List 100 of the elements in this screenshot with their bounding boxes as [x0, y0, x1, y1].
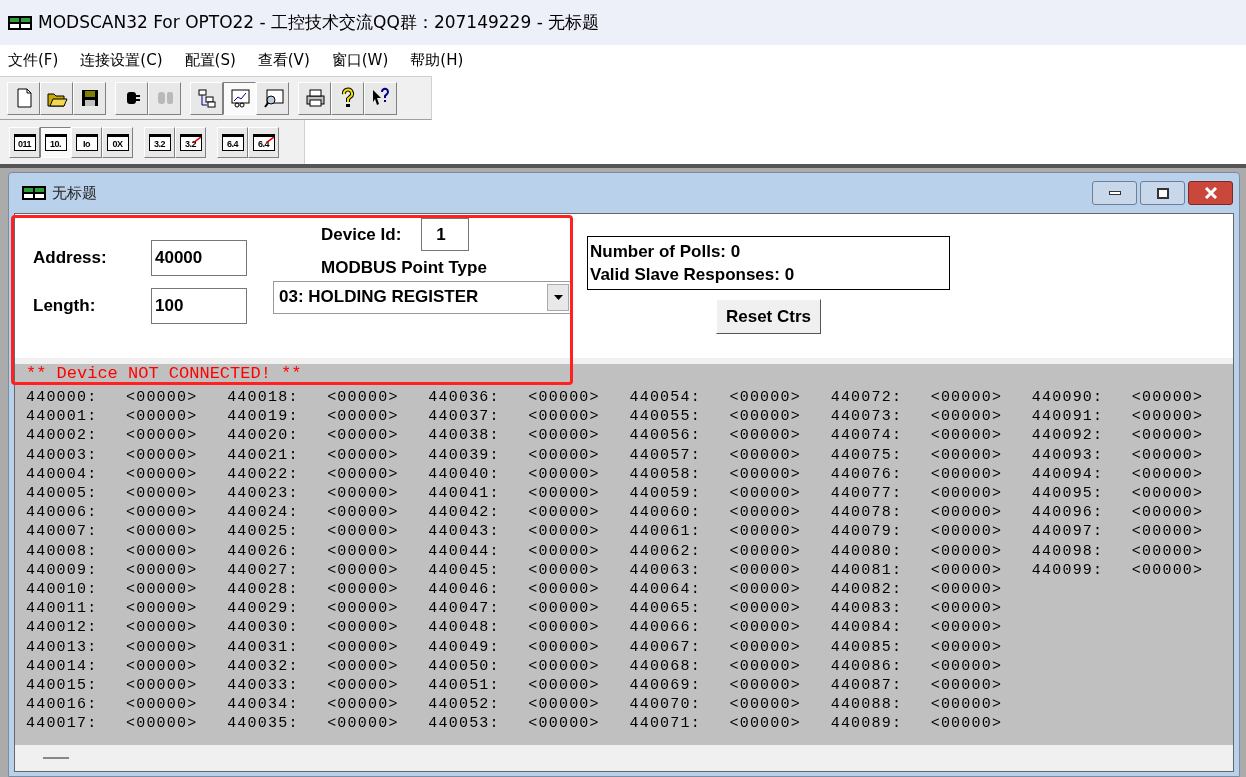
register-value: <00000>	[729, 561, 801, 579]
register-value: <00000>	[729, 696, 801, 714]
register-value: <00000>	[126, 696, 198, 714]
register-value: <00000>	[126, 523, 198, 541]
register-value: <00000>	[126, 446, 198, 464]
register-address: 440064:	[629, 580, 702, 598]
register-address: 440096:	[1031, 504, 1105, 522]
register-address: 440046:	[428, 580, 501, 598]
register-address: 440012:	[26, 619, 99, 637]
register-address: 440027:	[227, 561, 300, 579]
register-address: 440082:	[830, 580, 904, 598]
menu-item[interactable]: 窗口(W)	[331, 49, 389, 72]
register-value: <00000>	[729, 657, 801, 675]
register-value: <00000>	[930, 561, 1003, 579]
register-address: 440015:	[26, 676, 99, 694]
register-value: <00000>	[729, 446, 801, 464]
device-id-field[interactable]: 1	[421, 218, 470, 251]
register-address: 440031:	[227, 638, 300, 656]
register-value: <00000>	[729, 504, 801, 522]
register-value: <00000>	[729, 542, 801, 560]
format-button[interactable]: 6.4	[217, 126, 248, 158]
register-address: 440008:	[26, 542, 99, 560]
point-type-dropdown[interactable]: 03: HOLDING REGISTER	[273, 280, 571, 314]
register-address: 440067:	[629, 638, 702, 656]
register-address: 440023:	[227, 485, 300, 503]
register-address: 440044:	[428, 542, 501, 560]
register-address: 440040:	[428, 465, 501, 483]
magnifier-window-icon	[261, 87, 284, 109]
register-address: 440009:	[26, 561, 99, 579]
reset-counters-button[interactable]: Reset Ctrs	[715, 299, 821, 334]
register-value: <00000>	[327, 561, 399, 579]
format-button[interactable]: 011	[9, 126, 40, 158]
register-address: 440065:	[629, 600, 702, 618]
register-value: <00000>	[528, 676, 600, 694]
register-value: <00000>	[930, 485, 1003, 503]
length-label: Length:	[33, 295, 97, 318]
register-address: 440087:	[830, 676, 904, 694]
format-button[interactable]: 0X	[102, 126, 133, 158]
length-field[interactable]: 100	[151, 288, 247, 324]
register-value: <00000>	[1131, 523, 1204, 541]
register-address: 440039:	[428, 446, 501, 464]
register-value: <00000>	[528, 504, 600, 522]
register-address: 440079:	[830, 523, 904, 541]
menu-item[interactable]: 配置(S)	[184, 49, 236, 72]
register-address: 440043:	[428, 523, 501, 541]
register-address: 440037:	[428, 408, 501, 426]
register-value: <00000>	[327, 542, 399, 560]
menu-item[interactable]: 连接设置(C)	[80, 49, 163, 72]
register-address: 440029:	[227, 600, 300, 618]
register-address: 440094:	[1031, 465, 1105, 483]
register-address: 440062:	[629, 542, 702, 560]
polls-count: Number of Polls: 0	[590, 241, 742, 263]
register-value: <00000>	[930, 715, 1003, 733]
register-value: <00000>	[528, 561, 600, 579]
register-value: <00000>	[126, 427, 198, 445]
register-address: 440013:	[26, 638, 99, 656]
menu-item[interactable]: 文件(F)	[8, 49, 59, 72]
close-button[interactable]	[1188, 181, 1233, 205]
format-button[interactable]: 3.2	[144, 126, 175, 158]
document-icon	[22, 186, 46, 200]
format-button[interactable]: 10.	[40, 126, 71, 158]
toolbar-button[interactable]	[223, 81, 256, 115]
register-address: 440071:	[629, 715, 702, 733]
register-value: <00000>	[327, 580, 399, 598]
register-address: 440098:	[1031, 542, 1105, 560]
register-value: <00000>	[126, 600, 198, 618]
register-value: <00000>	[528, 408, 600, 426]
register-address: 440085:	[830, 638, 904, 656]
register-address: 440095:	[1031, 485, 1105, 503]
register-value: <00000>	[327, 619, 399, 637]
register-address: 440083:	[830, 600, 904, 618]
register-address: 440024:	[227, 504, 300, 522]
register-value: <00000>	[1131, 542, 1204, 560]
register-address: 440070:	[629, 696, 702, 714]
register-address: 440042:	[428, 504, 501, 522]
register-value: <00000>	[729, 465, 801, 483]
register-address: 440074:	[830, 427, 904, 445]
format-button[interactable]: 3.2	[175, 126, 206, 158]
register-value: <00000>	[729, 389, 801, 407]
point-type-label: MODBUS Point Type	[320, 257, 488, 279]
format-button[interactable]: Io	[71, 126, 102, 158]
register-value: <00000>	[930, 504, 1003, 522]
register-value: <00000>	[327, 600, 399, 618]
format-button[interactable]: 6.4	[248, 126, 279, 158]
register-value: <00000>	[126, 715, 198, 733]
menu-item[interactable]: 帮助(H)	[410, 49, 464, 72]
register-address: 440038:	[428, 427, 501, 445]
close-icon	[1203, 187, 1218, 199]
restore-button[interactable]	[1140, 181, 1185, 205]
minimize-button[interactable]	[1092, 181, 1137, 205]
register-value: <00000>	[126, 561, 198, 579]
register-value: <00000>	[930, 600, 1003, 618]
register-value: <00000>	[1131, 427, 1204, 445]
register-value: <00000>	[126, 638, 198, 656]
address-field[interactable]: 40000	[151, 240, 247, 276]
register-value: <00000>	[729, 485, 801, 503]
register-address: 440018:	[227, 389, 300, 407]
menu-item[interactable]: 查看(V)	[257, 49, 310, 72]
register-address: 440054:	[629, 389, 702, 407]
register-address: 440063:	[629, 561, 702, 579]
